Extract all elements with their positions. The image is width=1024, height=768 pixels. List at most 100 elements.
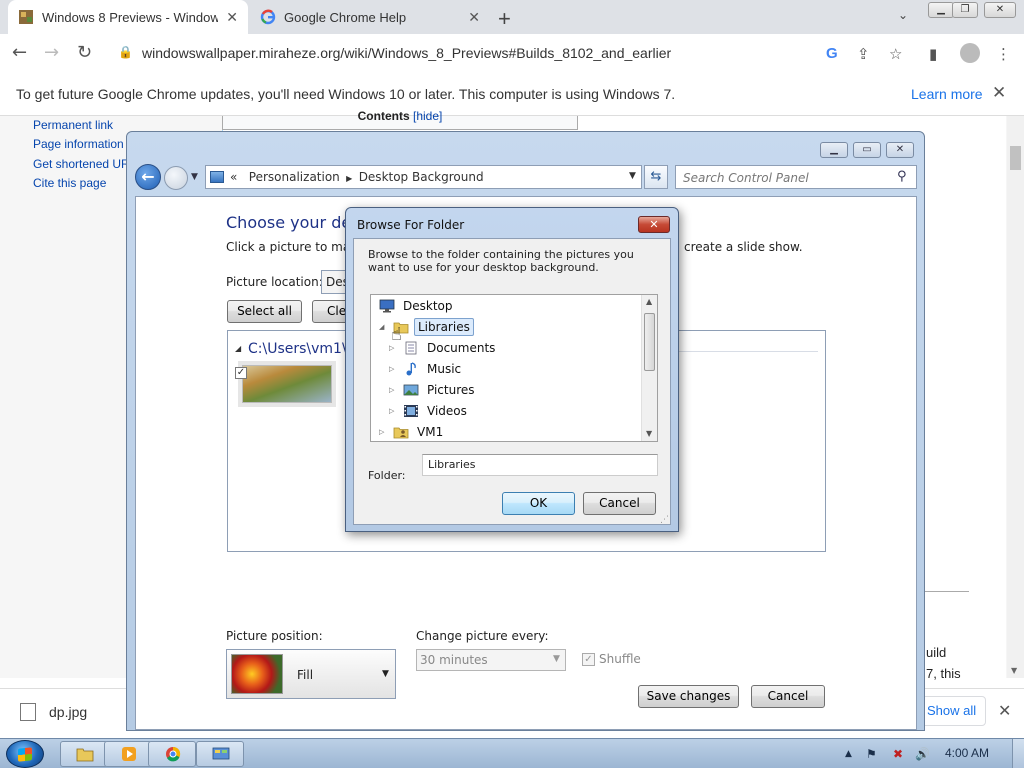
bookmark-star-icon[interactable]: ☆ <box>889 45 902 63</box>
network-icon[interactable]: ✖ <box>893 747 903 761</box>
toc-hide-link[interactable]: [hide] <box>413 109 442 123</box>
address-bar[interactable]: 🔒 windowswallpaper.miraheze.org/wiki/Win… <box>110 39 930 67</box>
tree-item-desktop[interactable]: Desktop <box>379 296 456 316</box>
scroll-up-icon[interactable]: ▲ <box>646 297 652 306</box>
permanent-link[interactable]: Permanent link <box>33 118 113 132</box>
breadcrumb-overflow[interactable]: « <box>230 170 237 184</box>
ok-button[interactable]: OK <box>502 492 575 515</box>
change-picture-label: Change picture every: <box>416 629 549 643</box>
page-scrollbar[interactable]: ▼ <box>1007 116 1024 678</box>
save-changes-button[interactable]: Save changes <box>638 685 739 708</box>
refresh-icon[interactable]: ⇆ <box>644 165 668 189</box>
cancel-button[interactable]: Cancel <box>751 685 825 708</box>
window-close-button[interactable]: ✕ <box>984 2 1016 18</box>
collapsed-arrow-icon[interactable]: ▷ <box>389 407 399 415</box>
collapsed-arrow-icon[interactable]: ▷ <box>379 428 389 436</box>
breadcrumb-separator-icon[interactable]: ▶ <box>344 174 355 183</box>
tree-item-music[interactable]: ▷ Music <box>389 359 464 379</box>
side-panel-icon[interactable]: ▮ <box>929 45 937 63</box>
taskbar-chrome-button[interactable] <box>148 741 196 767</box>
learn-more-link[interactable]: Learn more <box>911 86 983 102</box>
reload-icon[interactable]: ↻ <box>77 42 92 63</box>
forward-icon[interactable] <box>164 166 188 190</box>
scroll-down-icon[interactable]: ▼ <box>646 429 652 438</box>
action-center-icon[interactable]: ⚑ <box>866 747 877 761</box>
dialog-close-button[interactable]: ✕ <box>638 216 670 233</box>
collapsed-arrow-icon[interactable]: ▷ <box>389 344 399 352</box>
show-hidden-icons-icon[interactable]: ▲ <box>845 749 852 759</box>
dialog-cancel-button[interactable]: Cancel <box>583 492 656 515</box>
scroll-thumb[interactable] <box>1010 146 1021 170</box>
profile-avatar-icon[interactable] <box>960 43 980 63</box>
search-control-panel-input[interactable]: Search Control Panel ⚲ <box>675 165 917 189</box>
tree-item-label: Pictures <box>427 383 475 397</box>
minimize-button[interactable]: ▁ <box>928 2 954 18</box>
wallpaper-thumbnail[interactable] <box>242 365 332 403</box>
taskbar-control-panel-button[interactable] <box>196 741 244 767</box>
cp-address-bar[interactable]: « Personalization ▶ Desktop Background ▼ <box>205 165 642 189</box>
tree-scroll-thumb[interactable] <box>644 313 655 371</box>
tree-item-videos[interactable]: ▷ Videos <box>389 401 470 421</box>
tree-item-documents[interactable]: ▷ Documents <box>389 338 498 358</box>
page-information-link[interactable]: Page information <box>33 137 124 151</box>
tree-item-label: Desktop <box>403 299 453 313</box>
tab-windows-8-previews[interactable]: Windows 8 Previews - Windows W ✕ <box>8 0 248 34</box>
cp-close-button[interactable]: ✕ <box>886 142 914 158</box>
google-translate-icon[interactable]: G <box>826 45 838 62</box>
dialog-body: Browse to the folder containing the pict… <box>353 238 671 525</box>
restore-button[interactable]: ❐ <box>952 2 978 18</box>
expanded-arrow-icon[interactable]: ◢ <box>379 323 389 331</box>
clock[interactable]: 4:00 AM <box>945 746 989 760</box>
taskbar-explorer-button[interactable] <box>60 741 108 767</box>
search-icon[interactable]: ⚲ <box>897 169 907 184</box>
taskbar-media-player-button[interactable] <box>104 741 152 767</box>
cite-this-page-link[interactable]: Cite this page <box>33 176 106 190</box>
new-tab-button[interactable]: + <box>498 6 511 32</box>
picture-position-select[interactable]: Fill ▼ <box>226 649 396 699</box>
tree-item-label: Videos <box>427 404 467 418</box>
kebab-menu-icon[interactable]: ⋮ <box>996 45 1011 63</box>
tree-item-vm1[interactable]: ▷ VM1 <box>379 422 446 441</box>
forward-arrow-icon[interactable]: → <box>44 42 59 63</box>
get-shortened-url-link[interactable]: Get shortened UR <box>33 157 130 171</box>
scroll-down-icon[interactable]: ▼ <box>1011 666 1017 675</box>
select-all-button[interactable]: Select all <box>227 300 302 323</box>
tree-scrollbar[interactable]: ▲ ▼ <box>641 295 657 441</box>
show-desktop-button[interactable] <box>1012 739 1024 768</box>
chrome-icon <box>166 746 181 762</box>
resize-grip-icon[interactable]: ⋰ <box>660 515 669 525</box>
start-button[interactable] <box>6 740 44 768</box>
back-icon[interactable]: ← <box>135 164 161 190</box>
downloads-close-icon[interactable]: ✕ <box>998 701 1011 720</box>
volume-icon[interactable]: 🔊 <box>915 747 930 761</box>
breadcrumb-personalization[interactable]: Personalization <box>249 170 340 184</box>
thumbnail-checkbox[interactable]: ✓ <box>235 367 247 379</box>
collapsed-arrow-icon[interactable]: ▷ <box>389 365 399 373</box>
address-dropdown-icon[interactable]: ▼ <box>629 171 636 181</box>
folder-input[interactable]: Libraries <box>422 454 658 476</box>
tab-google-chrome-help[interactable]: Google Chrome Help ✕ <box>250 0 490 34</box>
shuffle-checkbox[interactable]: ✓ <box>582 653 595 666</box>
back-arrow-icon[interactable]: ← <box>12 42 27 63</box>
show-all-button[interactable]: Show all <box>918 696 986 726</box>
tab-title: Google Chrome Help <box>284 9 407 25</box>
instruction-text: Click a picture to make <box>226 240 365 254</box>
collapsed-arrow-icon[interactable]: ▷ <box>389 386 399 394</box>
share-icon[interactable]: ⇪ <box>857 45 870 63</box>
control-panel-icon <box>212 747 230 760</box>
lock-icon: 🔒 <box>118 45 133 59</box>
infobar-close-icon[interactable]: ✕ <box>992 83 1006 103</box>
tree-item-pictures[interactable]: ▷ Pictures <box>389 380 478 400</box>
dialog-title: Browse For Folder <box>357 218 465 232</box>
download-item[interactable]: dp.jpg <box>49 704 87 720</box>
tab-close-icon[interactable]: ✕ <box>226 9 238 26</box>
wiki-favicon <box>19 10 33 24</box>
cp-maximize-button[interactable]: ▭ <box>853 142 881 158</box>
breadcrumb-desktop-background[interactable]: Desktop Background <box>359 170 484 184</box>
tab-close-icon[interactable]: ✕ <box>468 9 480 26</box>
tab-search-chevron-icon[interactable]: ⌄ <box>898 8 908 22</box>
recent-pages-chevron-icon[interactable]: ▼ <box>191 172 198 182</box>
change-picture-select[interactable]: 30 minutes ▼ <box>416 649 566 671</box>
collapse-arrow-icon[interactable]: ◢ <box>235 344 241 353</box>
cp-minimize-button[interactable]: ▁ <box>820 142 848 158</box>
